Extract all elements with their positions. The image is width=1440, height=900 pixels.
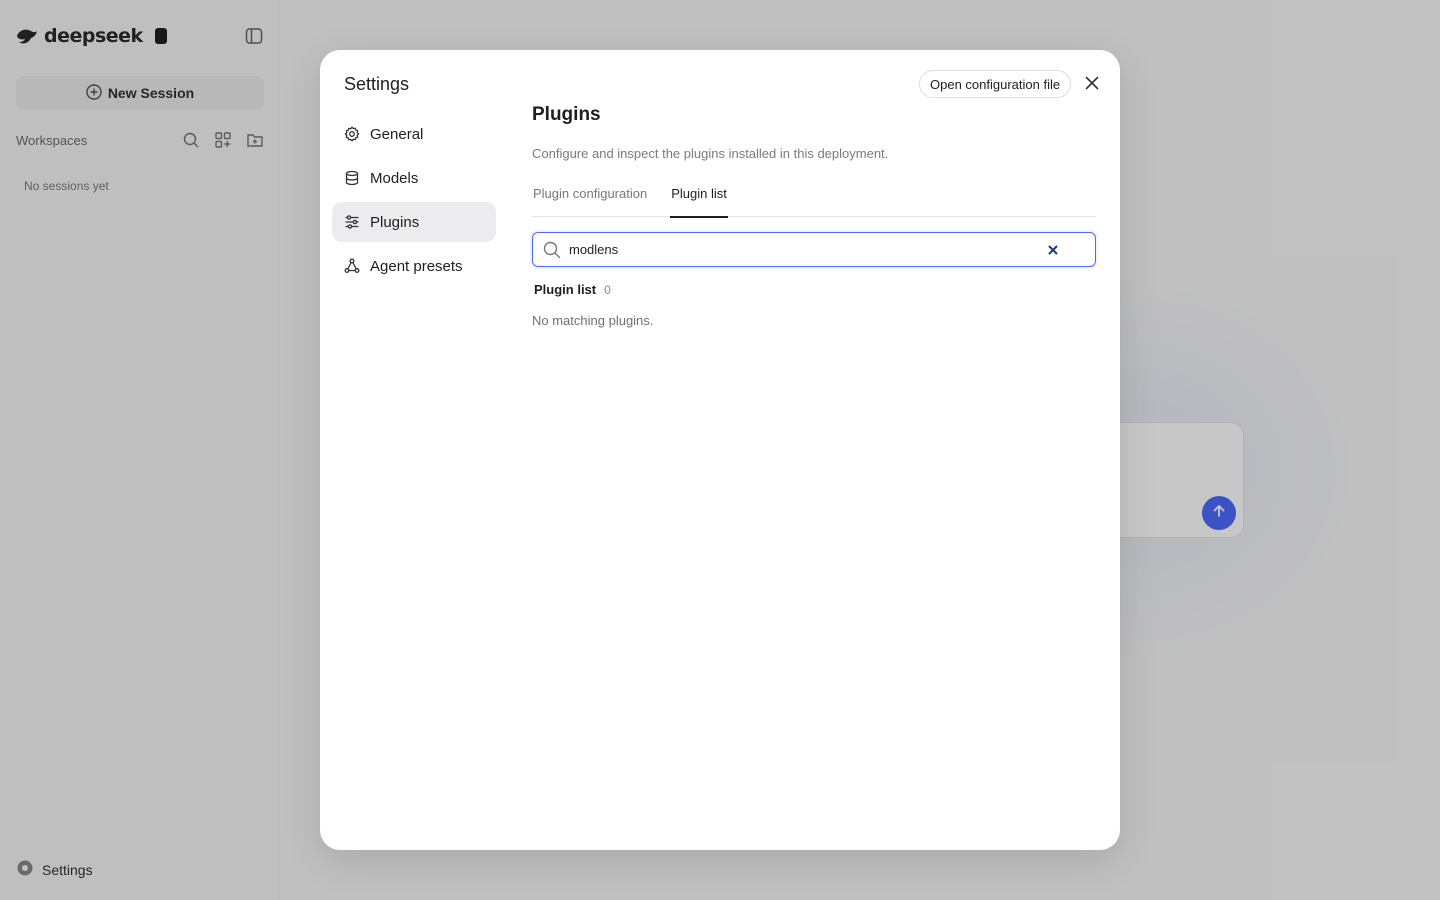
- plugin-list-label: Plugin list: [534, 282, 597, 297]
- settings-nav: General Models Plugins Agent presets: [332, 114, 496, 290]
- plugin-list-header: Plugin list 0: [532, 282, 1096, 297]
- plugin-tabs: Plugin configuration Plugin list: [532, 181, 1096, 218]
- page-description: Configure and inspect the plugins instal…: [532, 146, 889, 161]
- nav-item-label: General: [370, 125, 424, 143]
- modal-title: Settings: [344, 74, 410, 94]
- tab-plugin-list[interactable]: Plugin list: [670, 181, 728, 218]
- plugin-list-count: 0: [604, 283, 611, 297]
- empty-state-text: No matching plugins.: [532, 313, 654, 328]
- share-nodes-icon: [344, 258, 360, 274]
- nav-item-label: Models: [370, 169, 419, 187]
- open-configuration-file-button[interactable]: Open configuration file: [919, 70, 1072, 98]
- search-input[interactable]: [569, 242, 1085, 257]
- page-title: Plugins: [532, 104, 601, 125]
- tab-plugin-configuration[interactable]: Plugin configuration: [533, 181, 647, 217]
- database-icon: [344, 170, 360, 186]
- nav-item-label: Agent presets: [370, 257, 463, 275]
- nav-item-general[interactable]: General: [332, 114, 496, 154]
- nav-item-plugins[interactable]: Plugins: [332, 202, 496, 242]
- plugin-search-box: [532, 232, 1096, 267]
- settings-modal: Settings General Models Plugins Agent pr…: [320, 50, 1120, 850]
- search-icon: [543, 241, 561, 259]
- sliders-icon: [344, 214, 360, 230]
- close-modal-button[interactable]: [1082, 74, 1102, 94]
- gear-icon: [344, 126, 360, 142]
- nav-item-agent-presets[interactable]: Agent presets: [332, 246, 496, 286]
- clear-search-icon[interactable]: [1045, 242, 1061, 258]
- nav-item-models[interactable]: Models: [332, 158, 496, 198]
- close-icon: [1085, 76, 1099, 93]
- plugins-panel: Plugins Configure and inspect the plugin…: [532, 104, 1096, 328]
- nav-item-label: Plugins: [370, 213, 420, 231]
